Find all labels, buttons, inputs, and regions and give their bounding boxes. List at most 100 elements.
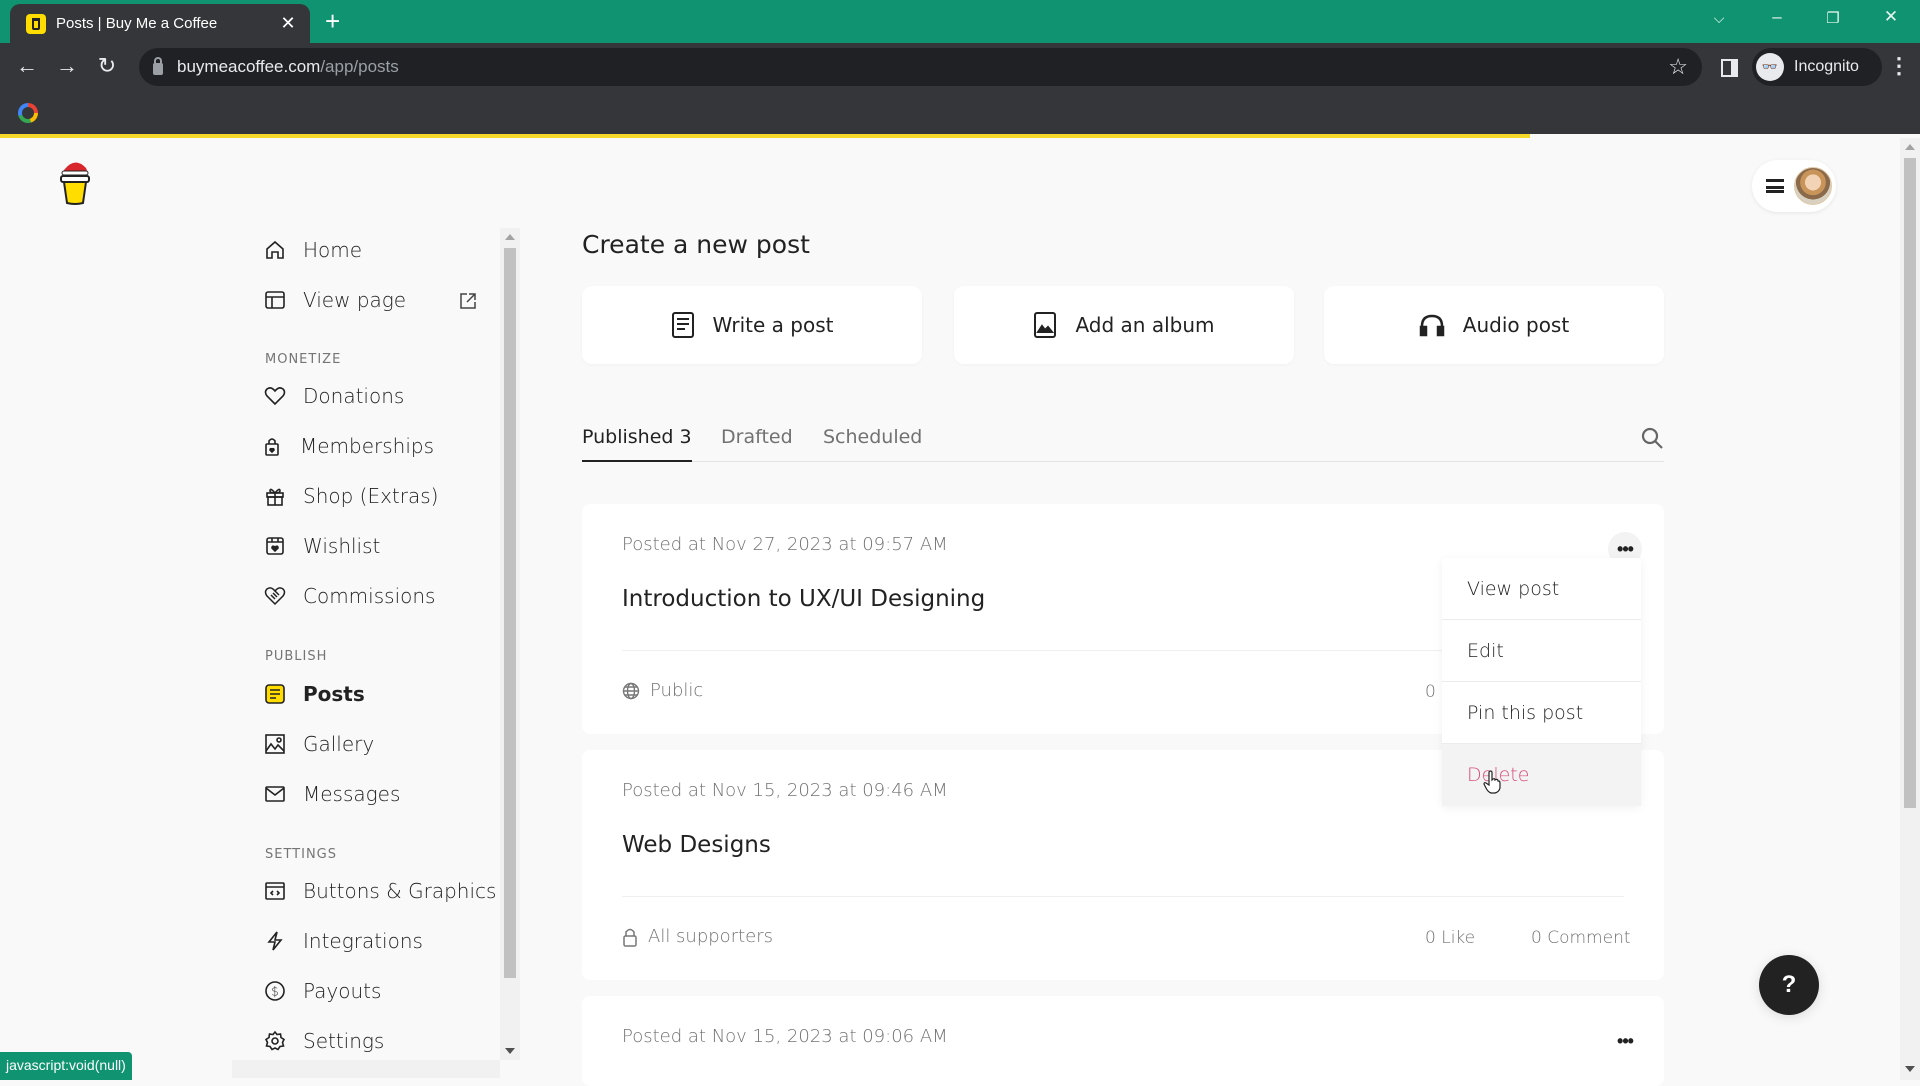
sidebar-item-buttons-graphics[interactable]: Buttons & Graphics [263,871,496,911]
sidebar-item-label: Payouts [303,979,382,1003]
sidebar-item-label: Settings [303,1029,385,1053]
page-scrollbar[interactable] [1900,138,1920,1080]
section-heading-monetize: MONETIZE [265,352,342,367]
sidebar-item-wishlist[interactable]: Wishlist [263,526,380,566]
sidebar-item-label: Donations [303,384,405,408]
sidebar-item-settings[interactable]: Settings [263,1021,384,1061]
page-scrollbar-thumb[interactable] [1904,158,1916,808]
browser-tab-strip: Posts | Buy Me a Coffee ✕ + ⌵ – ❐ ✕ [0,0,1920,43]
dollar-icon: $ [263,979,287,1003]
address-bar[interactable]: buymeacoffee.com/app/posts ☆ [139,48,1702,86]
menu-item-delete[interactable]: Delete [1442,744,1641,806]
external-link-icon[interactable] [458,291,478,311]
sidebar-item-label: Posts [303,682,365,706]
incognito-icon: 👓 [1756,53,1784,81]
sidebar-item-label: Integrations [303,929,423,953]
lightning-icon [263,929,287,953]
post-status-tabs: Published 3 Drafted Scheduled [582,420,1664,462]
sidebar-scrollbar-thumb[interactable] [504,248,516,978]
restore-icon[interactable]: ❐ [1818,9,1848,27]
layout-icon [263,288,287,312]
sidebar-item-view-page[interactable]: View page [263,280,406,320]
hamburger-icon [1766,179,1784,193]
sidebar-nav: Home View page MONETIZE Donations Member… [250,230,520,1062]
minimize-icon[interactable]: – [1762,7,1792,27]
sidebar-horizontal-scrollbar[interactable] [232,1060,500,1078]
sidebar-item-memberships[interactable]: Memberships [260,426,434,466]
search-icon[interactable] [1640,426,1664,450]
tab-scheduled[interactable]: Scheduled [823,426,922,462]
menu-item-edit[interactable]: Edit [1442,620,1641,682]
write-post-label: Write a post [712,313,834,337]
url-host: buymeacoffee.com [177,57,321,76]
sidebar-item-label: View page [303,288,407,312]
post-comments: 0 Comment [1531,928,1631,948]
forward-arrow-icon[interactable]: → [52,53,82,79]
svg-text:$: $ [271,985,279,999]
tab-drafted[interactable]: Drafted [721,426,793,462]
post-card[interactable]: Posted at Nov 15, 2023 at 09:06 AM ••• [582,996,1664,1086]
gear-icon [263,1029,287,1053]
sidebar-item-label: Buttons & Graphics [303,879,497,903]
add-album-button[interactable]: Add an album [954,286,1294,364]
post-visibility-label: All supporters [648,926,773,947]
sidebar-item-label: Shop (Extras) [303,484,439,508]
post-title[interactable]: Introduction to UX/UI Designing [622,586,985,612]
section-heading-publish: PUBLISH [265,649,328,664]
image-icon [263,732,287,756]
headphones-icon [1419,313,1445,337]
lock-icon [622,927,638,947]
post-visibility: Public [622,680,703,701]
sidebar-item-label: Messages [303,782,401,806]
more-options-button[interactable]: ••• [1608,1024,1642,1058]
document-icon [671,312,695,338]
sidebar-item-posts[interactable]: Posts [263,674,365,714]
sidebar-item-label: Wishlist [303,534,381,558]
browser-status-bar: javascript:void(null) [0,1052,132,1080]
tab-published[interactable]: Published 3 [582,426,692,462]
new-tab-button[interactable]: + [325,6,340,37]
browser-tab[interactable]: Posts | Buy Me a Coffee ✕ [10,4,310,43]
sidebar-item-integrations[interactable]: Integrations [263,921,423,961]
incognito-profile-button[interactable]: 👓 Incognito [1752,48,1882,86]
sidebar-item-shop[interactable]: Shop (Extras) [263,476,438,516]
sidebar-item-home[interactable]: Home [263,230,362,270]
tab-close-icon[interactable]: ✕ [278,13,298,34]
post-date: Posted at Nov 27, 2023 at 09:57 AM [622,534,948,555]
sidebar-item-label: Commissions [303,584,436,608]
back-arrow-icon[interactable]: ← [12,53,42,79]
post-visibility-label: Public [650,680,704,701]
account-menu-button[interactable] [1752,160,1836,212]
menu-item-pin-post[interactable]: Pin this post [1442,682,1641,744]
post-likes: 0 Like [1425,928,1476,948]
buymeacoffee-logo-icon[interactable] [58,156,92,206]
sidebar-item-messages[interactable]: Messages [263,774,400,814]
menu-item-view-post[interactable]: View post [1442,558,1641,620]
browser-toolbar: ← → ↻ buymeacoffee.com/app/posts ☆ 👓 Inc… [0,43,1920,92]
post-visibility: All supporters [622,926,773,947]
post-title[interactable]: Web Designs [622,832,771,858]
wishlist-icon [263,534,287,558]
gift-icon [263,484,287,508]
posts-icon [263,682,287,706]
sidebar-item-donations[interactable]: Donations [263,376,404,416]
sidebar-item-commissions[interactable]: Commissions [263,576,435,616]
side-panel-icon[interactable] [1721,59,1738,77]
window-close-icon[interactable]: ✕ [1876,7,1906,27]
audio-post-button[interactable]: Audio post [1324,286,1664,364]
post-divider [622,896,1624,897]
code-window-icon [263,879,287,903]
bookmarks-bar [0,92,1920,134]
reload-icon[interactable]: ↻ [92,53,122,79]
help-button[interactable]: ? [1759,955,1819,1015]
browser-menu-icon[interactable]: ⋮ [1888,53,1910,79]
url-path: /app/posts [320,57,399,76]
bookmark-star-icon[interactable]: ☆ [1668,54,1688,80]
post-options-menu: View post Edit Pin this post Delete [1442,558,1641,806]
sidebar-scrollbar[interactable] [500,228,520,1060]
sidebar-item-payouts[interactable]: $ Payouts [263,971,381,1011]
tab-search-chevron-icon[interactable]: ⌵ [1704,10,1734,27]
sidebar-item-gallery[interactable]: Gallery [263,724,374,764]
google-icon[interactable] [18,103,38,123]
write-post-button[interactable]: Write a post [582,286,922,364]
